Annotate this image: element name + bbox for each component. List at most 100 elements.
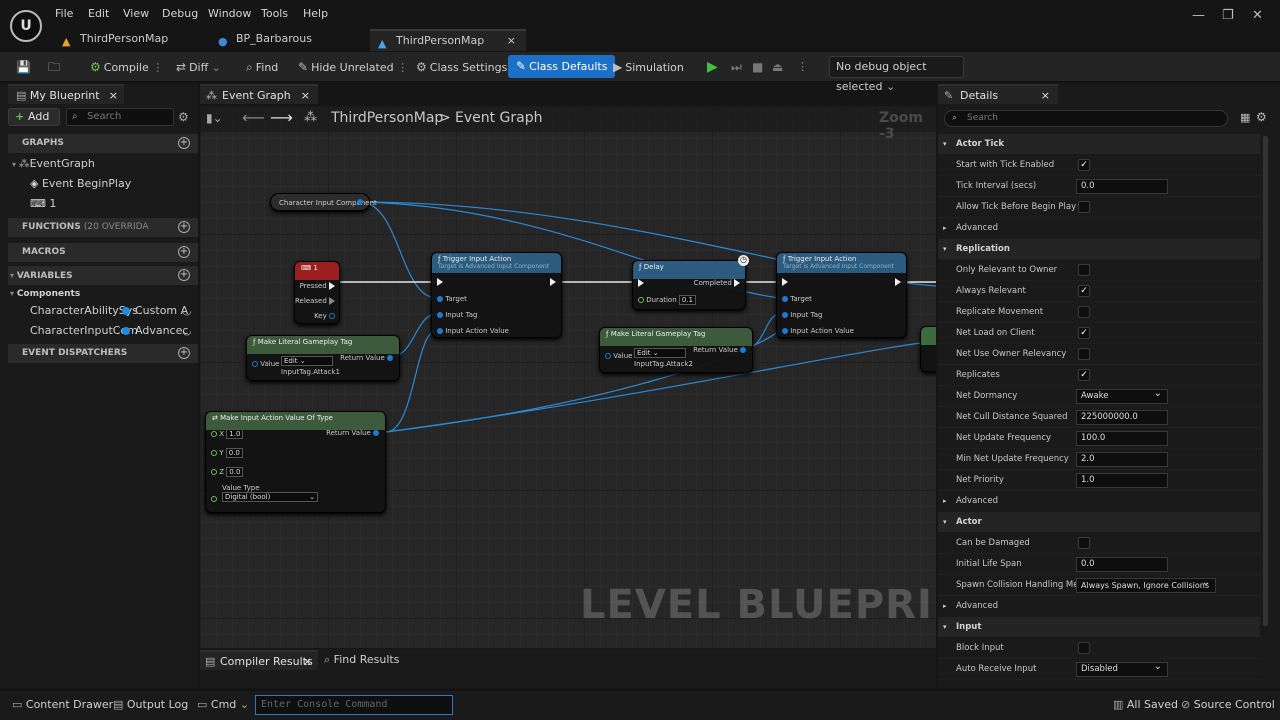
block-input-checkbox[interactable]: [1078, 642, 1090, 654]
pin-input-action-value[interactable]: [437, 328, 443, 334]
net-cull-field[interactable]: 225000000.0: [1076, 410, 1168, 425]
save-icon[interactable]: 💾: [16, 56, 34, 78]
back-arrow-icon[interactable]: ⟵: [242, 108, 265, 127]
output-log-button[interactable]: ▤ Output Log: [113, 698, 188, 711]
step-icon[interactable]: ⏭: [731, 56, 742, 78]
macros-category[interactable]: MACROS +: [8, 243, 198, 262]
details-tab[interactable]: ✎ Details ×: [938, 84, 1058, 104]
add-graph-icon[interactable]: +: [178, 137, 190, 149]
table-view-icon[interactable]: ▦: [1240, 111, 1250, 124]
menu-tools[interactable]: Tools: [261, 7, 288, 20]
event-dispatchers-category[interactable]: EVENT DISPATCHERS +: [8, 344, 198, 363]
all-saved-button[interactable]: ▥ All Saved: [1113, 698, 1178, 711]
close-tab-icon[interactable]: ×: [507, 31, 516, 51]
replication-advanced[interactable]: ▸ Advanced: [938, 491, 1260, 511]
pin-value[interactable]: [605, 353, 611, 359]
net-load-checkbox[interactable]: ✓: [1078, 327, 1090, 339]
minimize-icon[interactable]: —: [1192, 8, 1205, 23]
replicate-movement-checkbox[interactable]: [1078, 306, 1090, 318]
close-graph-tab-icon[interactable]: ×: [301, 86, 310, 106]
diff-button[interactable]: ⇄ Diff ⌄: [176, 56, 221, 78]
z-field[interactable]: 0.0: [226, 467, 244, 477]
pin-output[interactable]: [357, 199, 363, 205]
node-make-literal-tag-2[interactable]: ƒ Make Literal Gameplay Tag Value Edit ⌄…: [599, 327, 753, 373]
functions-category[interactable]: FUNCTIONS (20 OVERRIDA +: [8, 218, 198, 237]
x-field[interactable]: 1.0: [226, 429, 244, 439]
node-key-1[interactable]: ⌨ 1 Pressed Released Key: [294, 261, 340, 324]
cmd-dropdown[interactable]: ▭ Cmd ⌄: [197, 698, 249, 711]
can-be-damaged-checkbox[interactable]: [1078, 537, 1090, 549]
pin-exec-out[interactable]: [550, 278, 556, 286]
y-field[interactable]: 0.0: [225, 448, 243, 458]
content-drawer-button[interactable]: ▭ Content Drawer: [12, 698, 113, 711]
breadcrumb-leaf[interactable]: Event Graph: [455, 110, 543, 126]
pin-released[interactable]: [329, 297, 335, 305]
tab-thirdpersonmap-active[interactable]: ▲ ThirdPersonMap ×: [370, 29, 526, 51]
pin-input-action-value[interactable]: [782, 328, 788, 334]
pin-duration[interactable]: [638, 297, 644, 303]
menu-debug[interactable]: Debug: [162, 7, 198, 20]
pin-return-value[interactable]: [373, 430, 379, 436]
console-command-input[interactable]: Enter Console Command: [255, 695, 453, 715]
blueprint-search-input[interactable]: ⌕ Search: [66, 108, 174, 126]
simulation-button[interactable]: ▶ Simulation: [613, 56, 684, 78]
node-character-input-component[interactable]: Character Input Component: [270, 193, 377, 211]
hide-unrelated-button[interactable]: ✎ Hide Unrelated ⋮: [298, 56, 408, 78]
variable-ability-system[interactable]: CharacterAbilitySys Custom A ◡: [30, 301, 198, 321]
menu-help[interactable]: Help: [303, 7, 328, 20]
pin-exec-in[interactable]: [782, 278, 788, 286]
settings-gear-icon[interactable]: ⚙: [178, 110, 189, 124]
find-results-tab[interactable]: ⌕ Find Results: [324, 653, 399, 667]
tick-interval-field[interactable]: 0.0: [1076, 179, 1168, 194]
pin-input-tag[interactable]: [437, 312, 443, 318]
tree-key-1[interactable]: ⌨ 1: [30, 194, 56, 214]
add-function-icon[interactable]: +: [178, 221, 190, 233]
pin-exec-out[interactable]: [895, 278, 901, 286]
tree-event-beginplay[interactable]: ◈ Event BeginPlay: [30, 174, 131, 194]
graphs-category[interactable]: GRAPHS +: [8, 134, 198, 153]
event-graph-canvas[interactable]: Character Input Component ⌨ 1 Pressed Re…: [200, 106, 936, 648]
add-variable-icon[interactable]: +: [178, 269, 190, 281]
node-make-literal-tag-1[interactable]: ƒ Make Literal Gameplay Tag Value Edit ⌄…: [246, 335, 400, 381]
breadcrumb-root[interactable]: ThirdPersonMap: [331, 110, 443, 126]
find-button[interactable]: ⌕ Find: [246, 56, 278, 78]
compiler-results-tab[interactable]: ▤ Compiler Results ×: [200, 650, 318, 670]
pin-exec-in[interactable]: [638, 279, 644, 287]
add-dispatcher-icon[interactable]: +: [178, 347, 190, 359]
pin-key[interactable]: [329, 313, 335, 319]
pin-y[interactable]: [211, 450, 217, 456]
class-defaults-button[interactable]: ✎ Class Defaults: [508, 55, 616, 78]
life-span-field[interactable]: 0.0: [1076, 557, 1168, 572]
start-tick-checkbox[interactable]: ✓: [1078, 159, 1090, 171]
pin-value-type[interactable]: [211, 496, 217, 502]
tree-event-graph[interactable]: ▾ ⁂EventGraph: [12, 154, 95, 174]
browse-icon[interactable]: 🗀: [48, 56, 63, 78]
close-compiler-tab-icon[interactable]: ×: [303, 652, 312, 672]
menu-window[interactable]: Window: [208, 7, 251, 20]
allow-tick-checkbox[interactable]: [1078, 201, 1090, 213]
play-icon[interactable]: ▶: [707, 56, 718, 78]
variables-category[interactable]: ▾ VARIABLES +: [8, 266, 198, 285]
replicates-checkbox[interactable]: ✓: [1078, 369, 1090, 381]
debug-object-select[interactable]: No debug object selected ⌄: [829, 56, 964, 93]
my-blueprint-tab[interactable]: ▤ My Blueprint ×: [8, 84, 124, 104]
add-macro-icon[interactable]: +: [178, 246, 190, 258]
auto-receive-select[interactable]: Disabled: [1076, 660, 1168, 677]
visibility-icon[interactable]: ◡: [182, 321, 192, 341]
eject-icon[interactable]: ⏏: [772, 56, 783, 78]
section-input[interactable]: ▾ Input: [938, 617, 1260, 637]
tag-edit-dropdown[interactable]: Edit ⌄: [634, 348, 686, 358]
net-update-field[interactable]: 100.0: [1076, 431, 1168, 446]
pin-return-value[interactable]: [740, 347, 746, 353]
min-net-update-field[interactable]: 2.0: [1076, 452, 1168, 467]
net-use-owner-checkbox[interactable]: [1078, 348, 1090, 360]
menu-file[interactable]: File: [55, 7, 73, 20]
always-relevant-checkbox[interactable]: ✓: [1078, 285, 1090, 297]
pin-input-tag[interactable]: [782, 312, 788, 318]
close-window-icon[interactable]: ✕: [1252, 8, 1263, 23]
value-type-dropdown[interactable]: Digital (bool) ⌄: [222, 492, 318, 502]
node-trigger-input-action-1[interactable]: ƒ Trigger Input Action Target is Advanced…: [431, 252, 562, 338]
variable-input-component[interactable]: CharacterInputCom Advancec ◡: [30, 321, 198, 341]
spawn-collision-select[interactable]: Always Spawn, Ignore Collisions: [1076, 576, 1216, 593]
pin-target[interactable]: [782, 296, 788, 302]
